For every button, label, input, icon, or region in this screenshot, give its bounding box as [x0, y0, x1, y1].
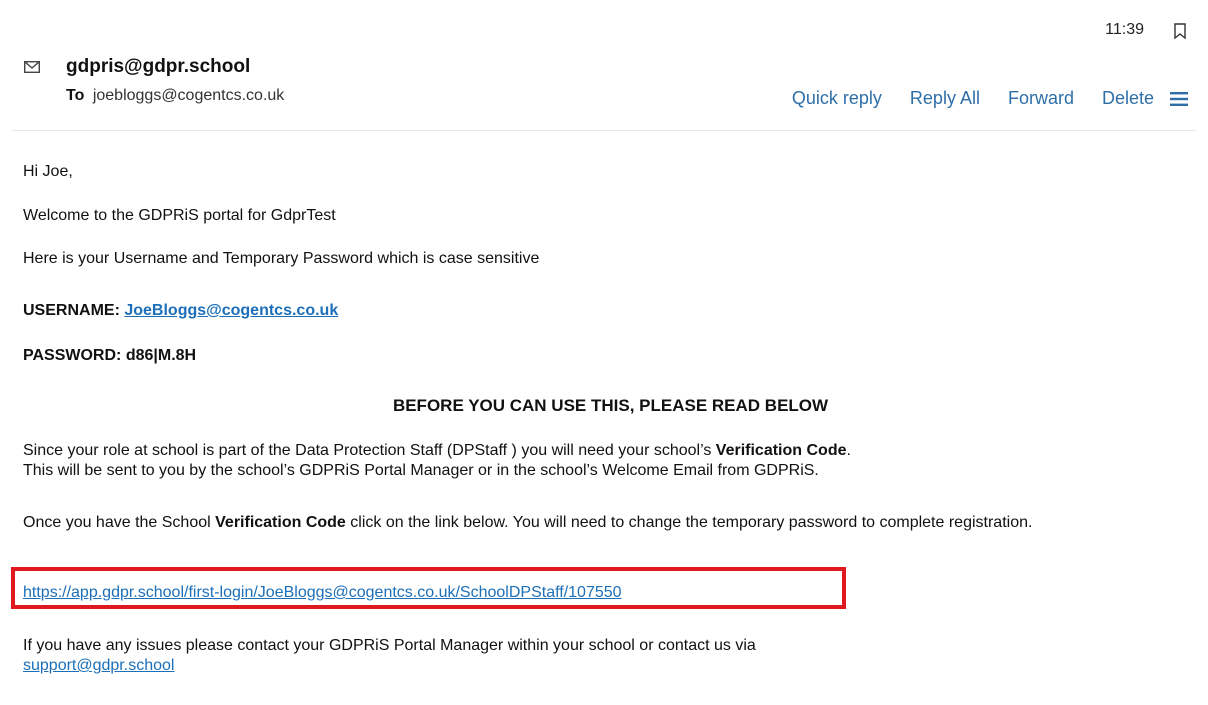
read-below-heading: BEFORE YOU CAN USE THIS, PLEASE READ BEL… — [392, 396, 829, 415]
code-text-2: click on the link below. You will need t… — [345, 514, 1033, 531]
first-login-link[interactable]: https://app.gdpr.school/first-login/JoeB… — [23, 583, 622, 603]
greeting: Hi Joe, — [23, 163, 73, 180]
code-paragraph: Once you have the School Verification Co… — [23, 513, 1198, 533]
recipient-address[interactable]: joebloggs@cogentcs.co.uk — [93, 87, 284, 104]
support-email-link[interactable]: support@gdpr.school — [23, 657, 174, 674]
role-text-2: . — [846, 442, 851, 459]
quick-reply-button[interactable]: Quick reply — [792, 88, 882, 109]
forward-button[interactable]: Forward — [1008, 88, 1074, 109]
issues-paragraph: If you have any issues please contact yo… — [23, 636, 1198, 676]
message-actions: Quick reply Reply All Forward Delete — [792, 88, 1188, 109]
to-label: To — [66, 87, 85, 104]
role-text-3: This will be sent to you by the school’s… — [23, 462, 819, 479]
verification-code-bold: Verification Code — [715, 442, 847, 459]
welcome-line: Welcome to the GDPRiS portal for GdprTes… — [23, 207, 336, 224]
sender-address[interactable]: gdpris@gdpr.school — [66, 56, 250, 78]
verification-code-bold-2: Verification Code — [215, 514, 346, 531]
envelope-icon — [24, 61, 40, 73]
flag-icon[interactable] — [1174, 23, 1186, 39]
hamburger-menu-icon[interactable] — [1170, 91, 1188, 106]
password-line: PASSWORD: d86|M.8H — [23, 346, 196, 366]
password-label: PASSWORD: — [23, 347, 122, 364]
recipient-line: To joebloggs@cogentcs.co.uk — [66, 87, 284, 105]
code-text-1: Once you have the School — [23, 514, 216, 531]
issues-text: If you have any issues please contact yo… — [23, 637, 756, 654]
intro-line: Here is your Username and Temporary Pass… — [23, 250, 540, 267]
delete-button[interactable]: Delete — [1102, 88, 1154, 109]
password-value: d86|M.8H — [125, 347, 197, 364]
username-line: USERNAME: JoeBloggs@cogentcs.co.uk — [23, 301, 338, 321]
reply-all-button[interactable]: Reply All — [910, 88, 980, 109]
header-divider — [12, 130, 1196, 131]
role-text-1: Since your role at school is part of the… — [23, 442, 716, 459]
username-link[interactable]: JoeBloggs@cogentcs.co.uk — [124, 302, 338, 319]
message-time: 11:39 — [1105, 21, 1144, 38]
username-label: USERNAME: — [23, 302, 120, 319]
role-paragraph: Since your role at school is part of the… — [23, 441, 1198, 481]
